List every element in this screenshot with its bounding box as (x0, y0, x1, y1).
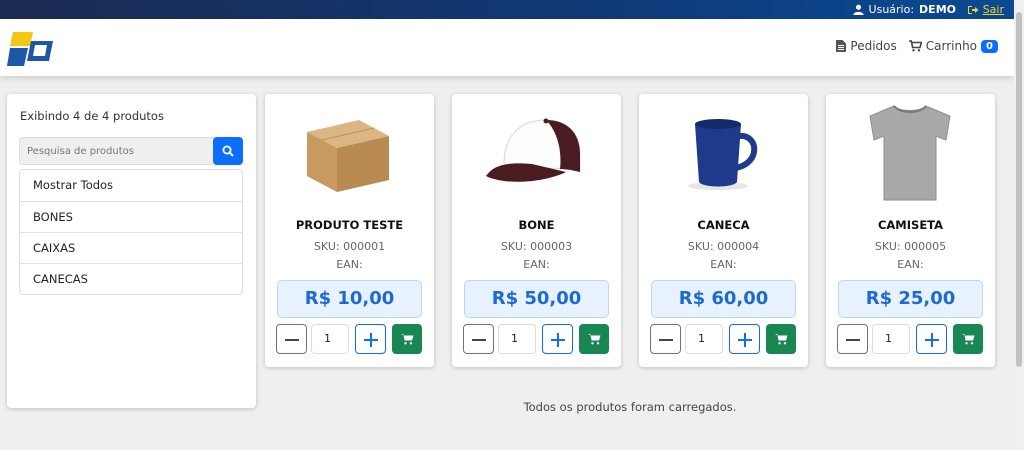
product-price: R$ 25,00 (838, 280, 983, 318)
product-ean: EAN: (523, 258, 550, 271)
add-to-cart-button[interactable] (766, 324, 796, 354)
product-name: CANECA (697, 218, 750, 232)
quantity-controls: 1 (837, 324, 983, 354)
product-price: R$ 10,00 (277, 280, 422, 318)
product-card: CANECA SKU: 000004 EAN: R$ 60,00 1 (639, 94, 808, 367)
decrease-quantity-button[interactable] (276, 324, 307, 354)
header: Pedidos Carrinho 0 (0, 19, 1014, 76)
logout-link[interactable]: Sair (967, 3, 1004, 16)
product-image-mug (688, 119, 758, 190)
product-price: R$ 60,00 (651, 280, 796, 318)
document-icon (836, 40, 847, 52)
scrollbar-thumb[interactable] (1016, 12, 1022, 367)
product-name: PRODUTO TESTE (295, 218, 404, 232)
top-bar: Usuário: DEMO Sair (0, 0, 1014, 19)
search-icon (222, 145, 234, 157)
category-list: Mostrar Todos BONES CAIXAS CANECAS (19, 169, 243, 295)
user-label: Usuário: (868, 3, 915, 16)
increase-quantity-button[interactable] (729, 324, 760, 354)
main-nav: Pedidos Carrinho 0 (836, 39, 998, 53)
user-info: Usuário: DEMO (852, 3, 956, 16)
nav-orders-label: Pedidos (850, 39, 897, 53)
add-to-cart-button[interactable] (392, 324, 422, 354)
search-input[interactable] (19, 137, 214, 165)
shopping-cart-icon (961, 334, 974, 345)
filter-sidebar: Exibindo 4 de 4 produtos Mostrar Todos B… (7, 94, 256, 408)
product-image-tshirt (869, 105, 951, 201)
product-name: CAMISETA (877, 218, 944, 232)
product-sku: SKU: 000005 (874, 240, 947, 253)
quantity-input[interactable]: 1 (498, 324, 536, 354)
add-to-cart-button[interactable] (953, 324, 983, 354)
product-ean: EAN: (710, 258, 737, 271)
category-show-all[interactable]: Mostrar Todos (20, 170, 242, 201)
quantity-input[interactable]: 1 (872, 324, 910, 354)
decrease-quantity-button[interactable] (837, 324, 868, 354)
user-icon (852, 4, 864, 15)
product-price: R$ 50,00 (464, 280, 609, 318)
user-name: DEMO (919, 3, 956, 16)
nav-cart-label: Carrinho (925, 39, 978, 53)
cart-count-badge: 0 (981, 39, 998, 53)
nav-orders[interactable]: Pedidos (836, 39, 897, 53)
increase-quantity-button[interactable] (916, 324, 947, 354)
logout-icon (967, 5, 979, 14)
decrease-quantity-button[interactable] (650, 324, 681, 354)
quantity-controls: 1 (276, 324, 422, 354)
quantity-controls: 1 (463, 324, 609, 354)
search-group (19, 137, 243, 165)
product-card: BONE SKU: 000003 EAN: R$ 50,00 1 (452, 94, 621, 367)
product-count-text: Exibindo 4 de 4 produtos (20, 109, 164, 123)
product-card: CAMISETA SKU: 000005 EAN: R$ 25,00 1 (826, 94, 995, 367)
shopping-cart-icon (908, 40, 922, 52)
quantity-input[interactable]: 1 (685, 324, 723, 354)
product-sku: SKU: 000004 (687, 240, 760, 253)
category-caixas[interactable]: CAIXAS (20, 232, 242, 263)
logout-label: Sair (982, 3, 1004, 16)
shopping-cart-icon (774, 334, 787, 345)
product-ean: EAN: (897, 258, 924, 271)
product-name: BONE (518, 218, 555, 232)
product-sku: SKU: 000003 (500, 240, 573, 253)
quantity-input[interactable]: 1 (311, 324, 349, 354)
page-scrollbar[interactable] (1014, 0, 1024, 450)
decrease-quantity-button[interactable] (463, 324, 494, 354)
product-sku: SKU: 000001 (313, 240, 386, 253)
category-canecas[interactable]: CANECAS (20, 263, 242, 294)
quantity-controls: 1 (650, 324, 796, 354)
increase-quantity-button[interactable] (355, 324, 386, 354)
shopping-cart-icon (400, 334, 413, 345)
product-ean: EAN: (336, 258, 363, 271)
increase-quantity-button[interactable] (542, 324, 573, 354)
product-card: PRODUTO TESTE SKU: 000001 EAN: R$ 10,00 … (265, 94, 434, 367)
product-image-box (307, 120, 389, 192)
category-bones[interactable]: BONES (20, 201, 242, 232)
all-loaded-message: Todos os produtos foram carregados. (523, 400, 737, 414)
company-logo (7, 32, 53, 66)
search-button[interactable] (213, 137, 243, 165)
add-to-cart-button[interactable] (579, 324, 609, 354)
nav-cart[interactable]: Carrinho 0 (908, 39, 998, 53)
shopping-cart-icon (587, 334, 600, 345)
product-image-cap (486, 118, 581, 182)
